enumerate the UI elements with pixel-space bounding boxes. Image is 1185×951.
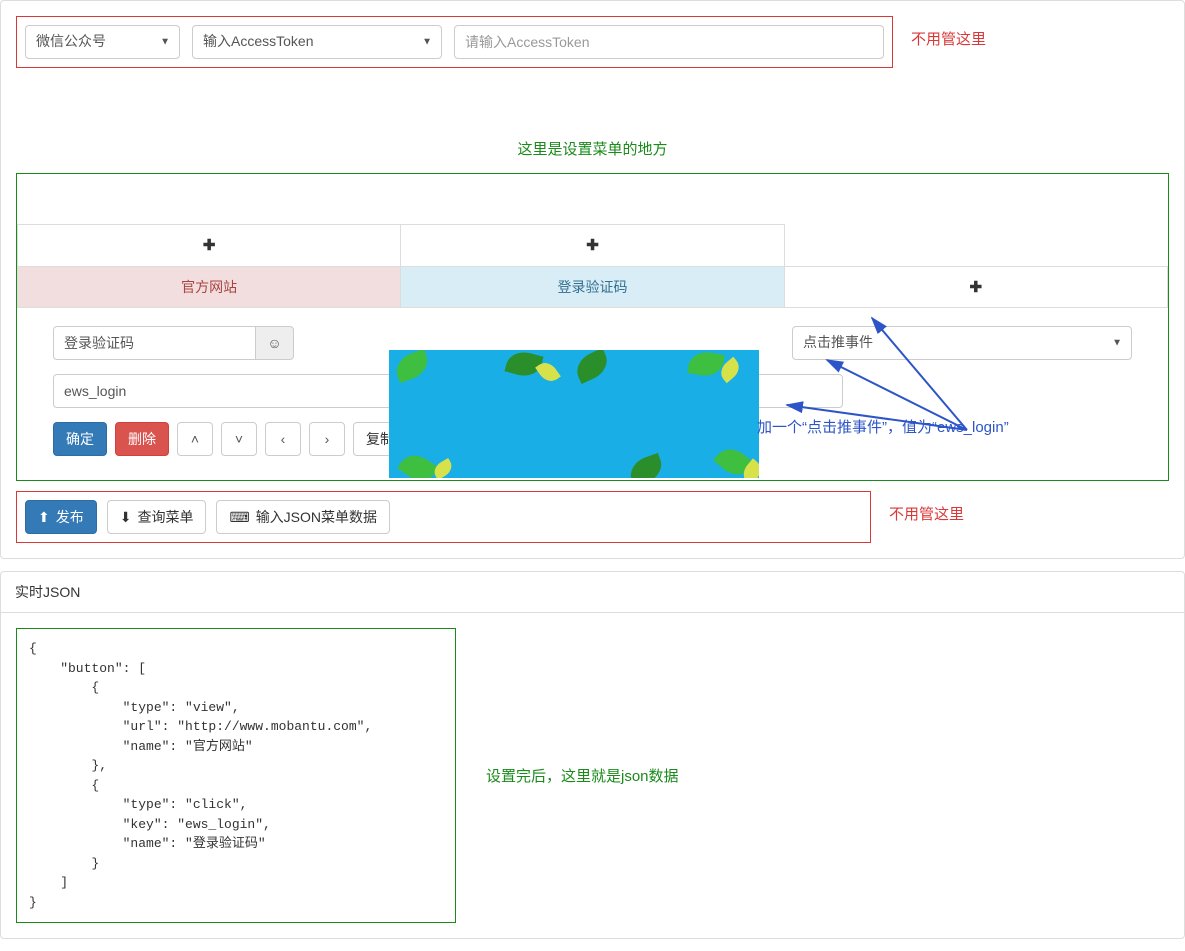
input-json-button[interactable]: ⌨ 输入JSON菜单数据 — [216, 500, 390, 534]
decorative-overlay-image — [389, 350, 759, 478]
submenu-slot-right — [785, 224, 1168, 266]
publish-button-label: 发布 — [56, 507, 84, 527]
menu-grid: ✚ ✚ 官方网站 登录验证码 ✚ — [17, 224, 1168, 308]
query-menu-button[interactable]: ⬇ 查询菜单 — [107, 500, 207, 534]
chevron-left-icon: ‹ — [281, 432, 286, 446]
json-panel-title: 实时JSON — [1, 572, 1184, 613]
menu-area-note: 这里是设置菜单的地方 — [16, 138, 1169, 159]
upload-icon: ⬆ — [38, 509, 50, 526]
json-panel: 实时JSON { "button": [ { "type": "view", "… — [0, 571, 1185, 939]
chevron-down-icon: ˅ — [235, 432, 243, 446]
emoji-picker-button[interactable]: ☺ — [256, 326, 294, 360]
download-icon: ⬇ — [120, 509, 132, 526]
top-note: 不用管这里 — [911, 16, 986, 49]
menu-tab-left[interactable]: 官方网站 — [18, 266, 401, 308]
chevron-right-icon: › — [325, 432, 330, 446]
plus-icon: ✚ — [586, 238, 599, 253]
json-panel-note: 设置完后，这里就是json数据 — [486, 765, 679, 786]
top-config-row: 微信公众号 ▼ 输入AccessToken ▼ 不用管这里 — [16, 16, 1169, 68]
annotation-text: 加一个“点击推事件”，值为“ews_login” — [757, 416, 1009, 437]
platform-select[interactable]: 微信公众号 — [25, 25, 180, 59]
event-key-input[interactable] — [53, 374, 843, 408]
move-down-button[interactable]: ˅ — [221, 422, 257, 456]
menu-editor: ☺ 点击推事件 ▼ — [17, 308, 1168, 480]
smile-icon: ☺ — [267, 335, 281, 351]
menu-builder: ✚ ✚ 官方网站 登录验证码 ✚ — [16, 173, 1169, 481]
publish-bar: ⬆ 发布 ⬇ 查询菜单 ⌨ 输入JSON菜单数据 — [16, 491, 871, 543]
submenu-add-left[interactable]: ✚ — [18, 224, 401, 266]
plus-icon: ✚ — [970, 280, 983, 295]
menu-tab-mid[interactable]: 登录验证码 — [401, 266, 784, 308]
submenu-add-mid[interactable]: ✚ — [401, 224, 784, 266]
publish-button[interactable]: ⬆ 发布 — [25, 500, 97, 534]
auth-mode-select[interactable]: 输入AccessToken — [192, 25, 442, 59]
keyboard-icon: ⌨ — [229, 509, 249, 526]
menu-name-input[interactable] — [53, 326, 256, 360]
delete-button[interactable]: 删除 — [115, 422, 169, 456]
confirm-button[interactable]: 确定 — [53, 422, 107, 456]
plus-icon: ✚ — [203, 238, 216, 253]
move-right-button[interactable]: › — [309, 422, 345, 456]
json-output: { "button": [ { "type": "view", "url": "… — [16, 628, 456, 923]
json-button-label: 输入JSON菜单数据 — [256, 507, 377, 527]
publish-note: 不用管这里 — [889, 491, 964, 524]
query-button-label: 查询菜单 — [137, 507, 193, 527]
chevron-up-icon: ˄ — [191, 432, 199, 446]
menu-tab-add[interactable]: ✚ — [785, 266, 1168, 308]
move-left-button[interactable]: ‹ — [265, 422, 301, 456]
access-token-input[interactable] — [454, 25, 884, 59]
move-up-button[interactable]: ˄ — [177, 422, 213, 456]
top-config-box: 微信公众号 ▼ 输入AccessToken ▼ — [16, 16, 893, 68]
copy-button[interactable]: 复制 — [353, 422, 407, 456]
event-type-select[interactable]: 点击推事件 — [792, 326, 1132, 360]
